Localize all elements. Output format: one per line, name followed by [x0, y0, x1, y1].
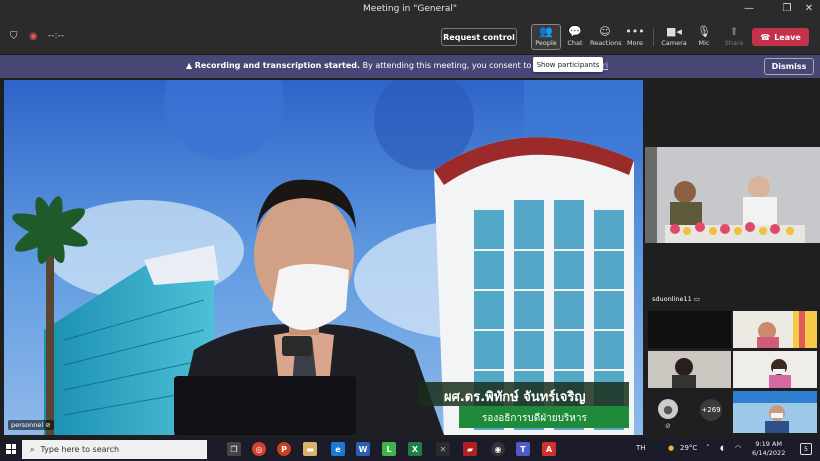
recording-bold-text: Recording and transcription started.	[194, 61, 361, 70]
shield-icon[interactable]: ⛉	[10, 31, 18, 42]
dismiss-button[interactable]: Dismiss	[764, 58, 814, 75]
language-indicator[interactable]: TH	[636, 444, 646, 452]
overflow-participants-button[interactable]: +269	[700, 399, 722, 421]
meeting-timer: --:--	[48, 31, 65, 41]
maximize-icon[interactable]: ❐	[780, 3, 794, 14]
task-view-icon[interactable]: ❐	[227, 442, 241, 456]
people-label: People	[535, 39, 557, 47]
recording-banner: ▲ Recording and transcription started. B…	[0, 55, 820, 78]
mic-muted-icon: 🎙	[697, 25, 711, 38]
camera-button[interactable]: ■◂ Camera	[659, 25, 689, 47]
chrome-icon[interactable]: ◎	[252, 442, 266, 456]
toolbar-divider	[653, 28, 654, 46]
chevron-up-icon[interactable]: ˄	[706, 444, 710, 452]
camera-icon: ■◂	[666, 25, 682, 38]
show-participants-tooltip: Show participants	[533, 57, 603, 72]
word-icon[interactable]: W	[356, 442, 370, 456]
chat-label: Chat	[567, 39, 583, 47]
more-icon: •••	[625, 25, 645, 38]
pdf-icon[interactable]: A	[542, 442, 556, 456]
phone-hangup-icon: ☎	[760, 32, 771, 42]
participant-video	[648, 351, 731, 388]
participants-pane: sduonline11 ▭ ● ⊘ +269	[645, 80, 820, 435]
share-label: Share	[724, 39, 744, 47]
leave-button[interactable]: ☎ Leave	[752, 28, 809, 46]
warning-icon: ▲	[186, 61, 193, 70]
participant-video	[645, 147, 820, 243]
edge-icon[interactable]: e	[331, 442, 345, 456]
minimize-icon[interactable]: —	[742, 3, 756, 14]
request-control-button[interactable]: Request control	[441, 28, 517, 46]
caption-title: รองอธิการบดีฝ่ายบริหาร	[482, 413, 587, 424]
clock-date: 6/14/2022	[752, 449, 786, 457]
chat-icon: 💬	[568, 25, 582, 38]
file-explorer-icon[interactable]: ▬	[303, 442, 317, 456]
participant-tile-small[interactable]	[733, 351, 817, 388]
reactions-label: Reactions	[590, 39, 622, 47]
mic-button[interactable]: 🎙 Mic	[689, 25, 719, 47]
participant-tile-small[interactable]	[733, 311, 817, 348]
share-icon: ⬆	[729, 25, 739, 38]
people-icon: 👥	[539, 25, 553, 38]
participant-tile-small[interactable]	[733, 391, 817, 433]
participant-video	[733, 351, 817, 388]
participant-tile[interactable]	[645, 147, 820, 243]
speaker-video	[4, 80, 643, 435]
teams-icon[interactable]: T	[516, 442, 530, 456]
powerpoint-icon[interactable]: P	[277, 442, 291, 456]
mic-off-icon: ⊘	[45, 421, 51, 429]
line-icon[interactable]: L	[382, 442, 396, 456]
search-icon: ⌕	[30, 444, 35, 454]
taskbar-search[interactable]: ⌕ Type here to search	[22, 440, 207, 459]
window-title: Meeting in "General"	[363, 4, 457, 14]
avatar-icon: ●	[658, 399, 678, 419]
close-icon[interactable]: ✕	[802, 3, 816, 14]
camera-label: Camera	[661, 39, 687, 47]
mic-label: Mic	[698, 39, 710, 47]
leave-label: Leave	[774, 32, 801, 42]
clock-time: 9:19 AM	[755, 440, 783, 448]
app-icon[interactable]: ▰	[463, 442, 477, 456]
participant-video	[733, 311, 817, 348]
participant-name-label: sduonline11 ▭	[649, 294, 703, 304]
main-video-stage[interactable]: ผศ.ดร.พิทักษ์ จันทร์เจริญ รองอธิการบดีฝ่…	[4, 80, 643, 435]
reactions-button[interactable]: ☺ Reactions	[590, 25, 622, 47]
reactions-icon: ☺	[599, 25, 611, 38]
participant-name: sduonline11	[652, 295, 692, 303]
volume-icon[interactable]: ◖	[720, 444, 724, 452]
participant-video	[733, 391, 817, 433]
more-label: More	[626, 39, 644, 47]
participant-tile-small[interactable]	[648, 351, 731, 388]
caption-name: ผศ.ดร.พิทักษ์ จันทร์เจริญ	[444, 390, 586, 405]
participant-tile-small[interactable]	[648, 311, 731, 348]
participant-tile-small[interactable]: ● ⊘ +269	[648, 391, 731, 433]
meeting-toolbar: ⛉ ◉ --:-- Request control 👥 People 💬 Cha…	[0, 20, 820, 54]
notification-center-icon[interactable]: 5	[800, 443, 812, 455]
taskbar-clock[interactable]: 9:19 AM 6/14/2022	[752, 440, 785, 458]
weather-icon: ●	[668, 444, 675, 452]
media-icon[interactable]: ◉	[491, 442, 505, 456]
more-button[interactable]: ••• More	[620, 25, 650, 47]
notification-count: 5	[804, 445, 808, 453]
windows-taskbar: ⌕ Type here to search ❐ ◎ P ▬ e W L X ✕ …	[0, 438, 820, 461]
start-icon[interactable]	[6, 444, 16, 454]
excel-icon[interactable]: X	[408, 442, 422, 456]
screen-share-icon: ▭	[693, 295, 700, 303]
search-placeholder: Type here to search	[40, 445, 120, 454]
wifi-icon[interactable]: ◠	[735, 444, 741, 452]
mic-off-icon: ⊘	[665, 422, 671, 430]
speaker-name-label: personnel ⊘	[8, 420, 54, 430]
people-button[interactable]: 👥 People	[531, 24, 561, 50]
share-button[interactable]: ⬆ Share	[719, 25, 749, 47]
recording-icon: ◉	[29, 31, 38, 42]
speaker-name: personnel	[11, 421, 44, 429]
title-bar: Meeting in "General" — ❐ ✕	[0, 0, 820, 20]
temperature[interactable]: 29°C	[680, 444, 697, 452]
chat-button[interactable]: 💬 Chat	[560, 25, 590, 47]
xbox-icon[interactable]: ✕	[436, 442, 450, 456]
